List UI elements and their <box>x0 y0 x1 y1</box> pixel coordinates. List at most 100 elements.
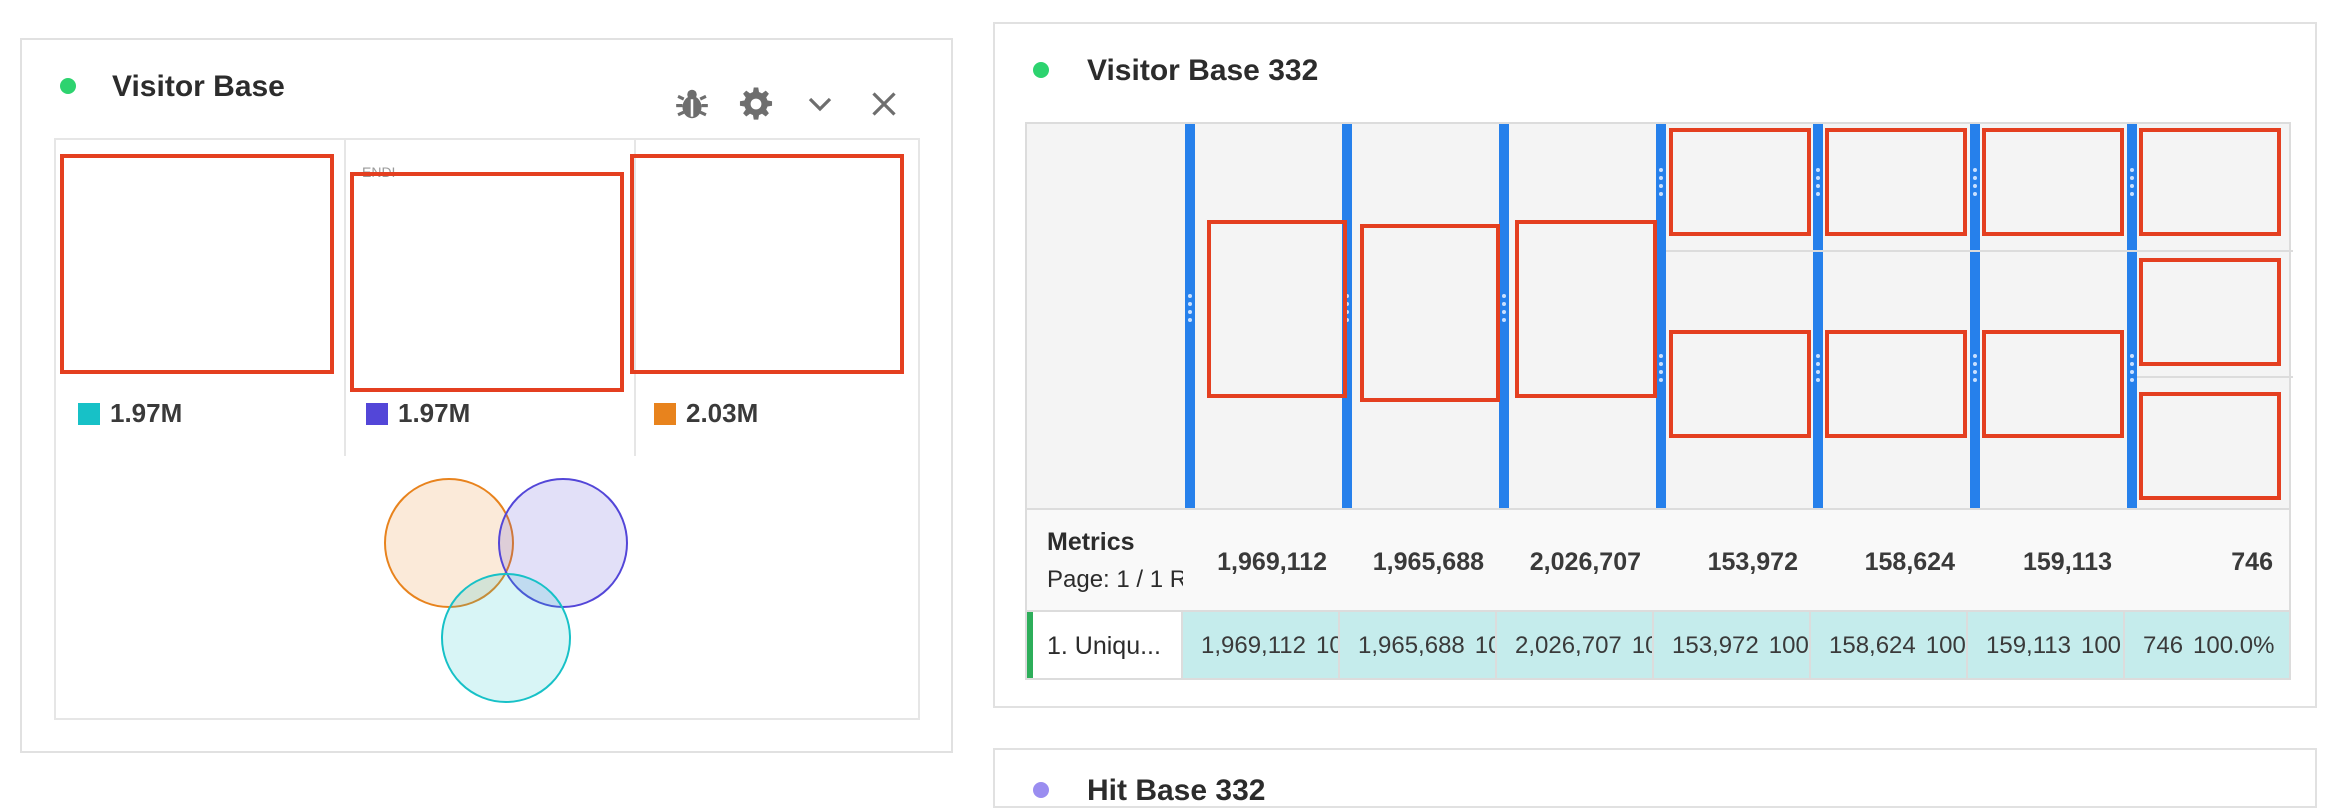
table-row[interactable]: 1. Uniqu... 1,969,112 100.0% 1,965,688 100… <box>1027 610 2289 678</box>
cell-value: 2,026,707 <box>1515 632 1622 659</box>
cell-percent: 100.0% <box>2080 632 2123 659</box>
hit-base-panel: Hit Base 332 <box>993 748 2317 808</box>
resize-grip-dot <box>1816 176 1820 180</box>
column-header-area <box>1027 124 2293 508</box>
resize-grip-dot <box>1502 294 1506 298</box>
column-resize-handle[interactable] <box>2127 124 2137 508</box>
table-cell: 746 100.0% <box>2125 612 2289 678</box>
bug-icon[interactable] <box>672 84 712 124</box>
resize-grip-dot <box>1973 370 1977 374</box>
redacted-column-header <box>2139 128 2281 236</box>
cell-percent: 100.0% <box>1474 632 1495 659</box>
resize-grip-dot <box>1502 318 1506 322</box>
column-resize-handle[interactable] <box>1656 124 1666 508</box>
cell-percent: 100.0% <box>2193 632 2275 659</box>
status-dot <box>1033 782 1049 798</box>
redacted-column-header <box>1825 330 1967 438</box>
visitor-base-venn-panel: Visitor Base ENDI 1.97M 1.97M 2.03M <box>20 38 953 753</box>
resize-grip-dot <box>1502 310 1506 314</box>
column-resize-handle[interactable] <box>1813 124 1823 508</box>
column-resize-handle[interactable] <box>1185 124 1195 508</box>
freeform-table: Metrics Page: 1 / 1 Rows 1,969,112 1,965… <box>1025 122 2293 680</box>
resize-grip-dot <box>1659 168 1663 172</box>
resize-grip-dot <box>1973 184 1977 188</box>
column-total: 159,113 <box>2023 548 2112 576</box>
resize-grip-dot <box>2130 354 2134 358</box>
resize-grip-dot <box>1659 176 1663 180</box>
resize-grip-dot <box>1816 168 1820 172</box>
redacted-column-header <box>2139 258 2281 366</box>
breakdown-divider <box>1666 250 2137 252</box>
redacted-column-header <box>1982 128 2124 236</box>
resize-grip-dot <box>1188 318 1192 322</box>
cell-percent: 100.0% <box>1316 632 1338 659</box>
chevron-down-icon[interactable] <box>800 84 840 124</box>
resize-grip-dot <box>1816 362 1820 366</box>
cell-percent: 100.0% <box>1631 632 1652 659</box>
column-total: 153,972 <box>1707 548 1798 576</box>
column-total: 2,026,707 <box>1529 548 1641 576</box>
row-label[interactable]: 1. Uniqu... <box>1027 612 1183 678</box>
cell-value: 153,972 <box>1672 632 1759 659</box>
resize-grip-dot <box>1502 302 1506 306</box>
resize-grip-dot <box>1973 168 1977 172</box>
panel-title: Visitor Base 332 <box>1087 54 1319 87</box>
cell-value: 746 <box>2143 632 2184 659</box>
cell-percent: 100.0% <box>1925 632 1966 659</box>
table-cell: 158,624 100.0% <box>1811 612 1968 678</box>
panel-title: Hit Base 332 <box>1087 774 1266 807</box>
resize-grip-dot <box>2130 176 2134 180</box>
redacted-column-header <box>1669 330 1811 438</box>
resize-grip-dot <box>1816 354 1820 358</box>
breakdown-divider <box>2137 376 2293 378</box>
redacted-column-header <box>1515 220 1657 398</box>
table-cell: 1,969,112 100.0% <box>1183 612 1340 678</box>
panel-title: Visitor Base <box>112 70 285 103</box>
resize-grip-dot <box>1188 302 1192 306</box>
close-icon[interactable] <box>864 84 904 124</box>
column-resize-handle[interactable] <box>1970 124 1980 508</box>
venn-diagram <box>384 478 628 703</box>
resize-grip-dot <box>2130 184 2134 188</box>
table-cell: 2,026,707 100.0% <box>1497 612 1654 678</box>
gear-icon[interactable] <box>736 84 776 124</box>
redacted-column-header <box>1825 128 1967 236</box>
table-cell: 159,113 100.0% <box>1968 612 2125 678</box>
resize-grip-dot <box>1659 362 1663 366</box>
resize-grip-dot <box>1816 370 1820 374</box>
resize-grip-dot <box>2130 370 2134 374</box>
cell-percent: 100.0% <box>1768 632 1809 659</box>
resize-grip-dot <box>1973 176 1977 180</box>
redacted-column-header <box>1982 330 2124 438</box>
resize-grip-dot <box>1659 370 1663 374</box>
venn-circle-teal[interactable] <box>441 573 571 703</box>
resize-grip-dot <box>2130 168 2134 172</box>
column-resize-handle[interactable] <box>1499 124 1509 508</box>
venn-visualization: ENDI 1.97M 1.97M 2.03M <box>54 138 920 720</box>
resize-grip-dot <box>1188 294 1192 298</box>
column-total: 746 <box>2231 548 2273 576</box>
resize-grip-dot <box>1973 354 1977 358</box>
resize-grip-dot <box>2130 192 2134 196</box>
redacted-column-header <box>1669 128 1811 236</box>
redacted-column-header <box>1360 224 1500 402</box>
cell-value: 159,113 <box>1986 632 2071 659</box>
resize-grip-dot <box>1816 184 1820 188</box>
resize-grip-dot <box>1973 362 1977 366</box>
pagination-label: Page: 1 / 1 Rows <box>1047 566 1183 593</box>
redacted-column-header <box>2139 392 2281 500</box>
resize-grip-dot <box>1659 184 1663 188</box>
status-dot <box>60 78 76 94</box>
resize-grip-dot <box>1816 378 1820 382</box>
visitor-base-freeform-panel: Visitor Base 332 Metrics Page: 1 / 1 R 1… <box>993 22 2317 708</box>
table-cell: 153,972 100.0% <box>1654 612 1811 678</box>
table-cell: 1,965,688 100.0% <box>1340 612 1497 678</box>
column-total: 1,965,688 <box>1372 548 1484 576</box>
status-dot <box>1033 62 1049 78</box>
cell-value: 158,624 <box>1829 632 1916 659</box>
metrics-totals-row: Metrics Page: 1 / 1 Rows 1,969,112 1,965… <box>1027 508 2289 610</box>
redacted-column-header <box>1207 220 1347 398</box>
resize-grip-dot <box>1973 192 1977 196</box>
resize-grip-dot <box>1659 354 1663 358</box>
metrics-label: Metrics <box>1047 528 1135 556</box>
